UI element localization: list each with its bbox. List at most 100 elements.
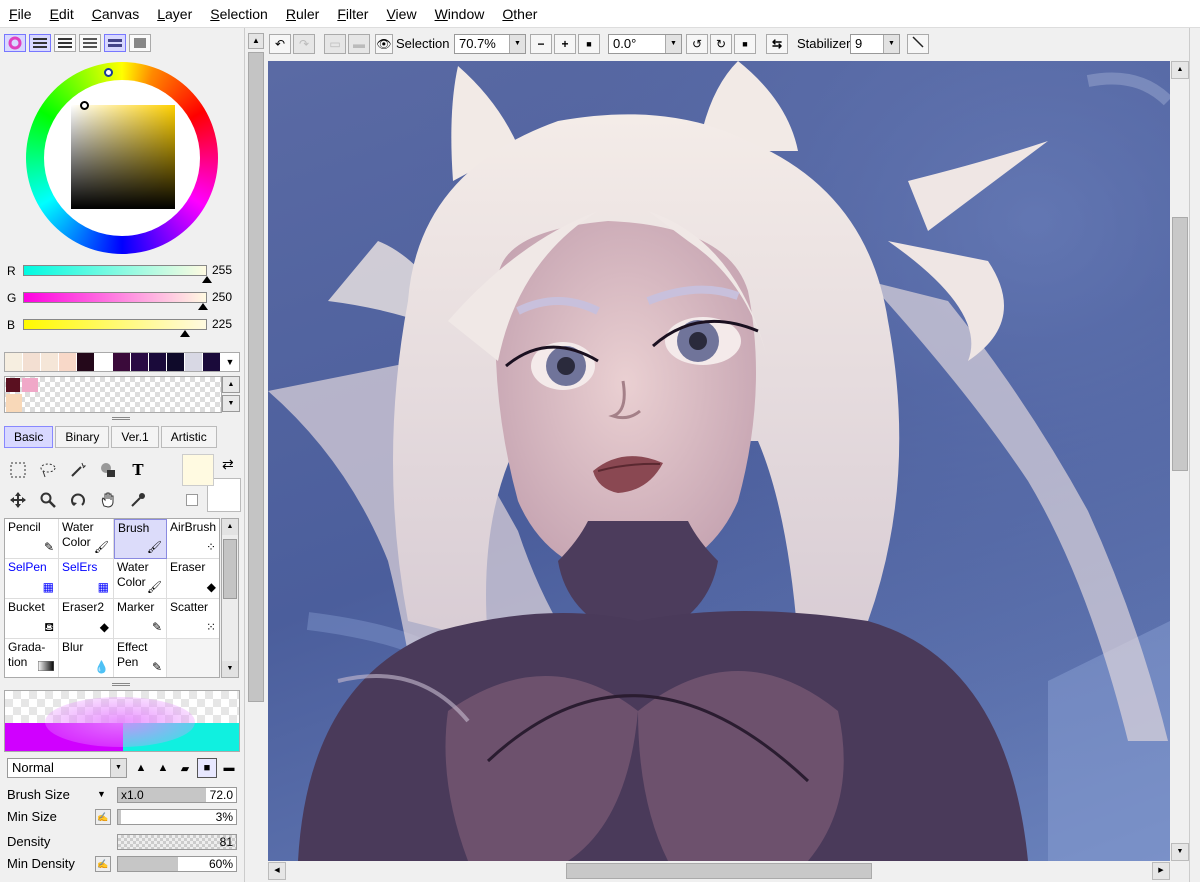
palette-swatch[interactable] [6,394,22,412]
density-slider[interactable]: 81 [117,834,237,850]
transparent-color-icon[interactable] [186,494,198,506]
palette-swatch[interactable] [6,378,20,392]
rotate-icon[interactable] [64,486,92,514]
menu-selection[interactable]: Selection [201,0,277,28]
rotate-right-icon[interactable]: ↻ [710,34,732,54]
brush-pencil[interactable]: Pencil ✎ [5,519,59,559]
menu-layer[interactable]: Layer [148,0,201,28]
b-handle[interactable] [179,330,190,337]
shape-wide-icon[interactable]: ▬ [219,758,239,778]
shape-square-icon[interactable]: ■ [197,758,217,778]
invert-selection-icon[interactable]: ▬ [348,34,370,54]
tab-artistic[interactable]: Artistic [160,426,217,448]
scroll-up-icon[interactable]: ▲ [222,519,238,535]
b-slider[interactable]: B 225 [7,317,242,341]
sv-marker[interactable] [80,101,89,110]
brush-gradation[interactable]: Grada- tion [5,639,59,677]
history-swatch[interactable] [41,353,59,371]
history-swatch[interactable] [59,353,77,371]
min-density-slider[interactable]: 60% [117,856,237,872]
text-tool-icon[interactable]: T [124,456,152,484]
history-swatch[interactable] [131,353,149,371]
zoom-in-icon[interactable]: + [554,34,576,54]
brush-grid-scrollbar[interactable]: ▲ ▼ [221,518,239,678]
stabilizer-select[interactable]: 9 ▼ [850,34,900,54]
canvas-horizontal-scrollbar[interactable]: ◀ ▶ [268,862,1170,880]
g-track[interactable] [23,292,207,303]
scroll-thumb[interactable] [566,863,872,879]
brush-effect-pen[interactable]: Effect Pen ✎ [114,639,167,677]
menu-window[interactable]: Window [426,0,494,28]
redo-icon[interactable]: ↷ [293,34,315,54]
scroll-left-icon[interactable]: ◀ [268,862,286,880]
brush-selpen[interactable]: SelPen ▦ [5,559,59,599]
lasso-icon[interactable] [34,456,62,484]
brush-size-slider[interactable]: x1.0 72.0 [117,787,237,803]
tab-ver1[interactable]: Ver.1 [111,426,159,448]
brush-selers[interactable]: SelErs ▦ [59,559,114,599]
hue-marker[interactable] [104,68,113,77]
line-tool-icon[interactable] [907,34,929,54]
palette-scrollbar[interactable]: ▲ ▼ [222,376,240,413]
pressure-toggle-icon[interactable]: ✍ [95,856,111,872]
rotation-select[interactable]: 0.0° ▼ [608,34,682,54]
chevron-down-icon[interactable]: ▼ [110,759,126,777]
menu-ruler[interactable]: Ruler [277,0,328,28]
brush-eraser[interactable]: Eraser ◆ [167,559,219,599]
brush-eraser2[interactable]: Eraser2 ◆ [59,599,114,639]
palette-swatch[interactable] [22,378,38,392]
brush-watercolor-2[interactable]: Water Color 🖌 [114,559,167,599]
history-swatch[interactable] [185,353,203,371]
panel-splitter[interactable]: ▲ [244,28,266,882]
eyedropper-icon[interactable] [124,486,152,514]
zoom-out-icon[interactable]: − [530,34,552,54]
panel-resize-grip[interactable] [112,683,130,686]
move-icon[interactable] [4,486,32,514]
hand-icon[interactable] [94,486,122,514]
history-swatch[interactable] [203,353,221,371]
tab-basic[interactable]: Basic [4,426,54,448]
panel-splitter-bar[interactable] [248,52,264,702]
scroll-up-icon[interactable]: ▲ [222,376,240,393]
palette-tab-icon[interactable] [104,34,126,52]
scroll-down-icon[interactable]: ▼ [1171,843,1189,861]
pressure-toggle-icon[interactable]: ✍ [95,809,111,825]
chevron-down-icon[interactable]: ▼ [665,35,681,53]
menu-view[interactable]: View [377,0,425,28]
history-swatch[interactable] [113,353,131,371]
history-swatch[interactable] [77,353,95,371]
brush-scatter[interactable]: Scatter ⁙ [167,599,219,639]
history-swatch[interactable] [167,353,185,371]
canvas-vertical-scrollbar[interactable]: ▲ ▼ [1171,61,1189,861]
rect-select-icon[interactable] [4,456,32,484]
scroll-up-icon[interactable]: ▲ [1171,61,1189,79]
menu-file[interactable]: File [0,0,41,28]
right-panel-edge[interactable] [1189,28,1200,882]
brush-marker[interactable]: Marker ✎ [114,599,167,639]
shape-sharp-icon[interactable]: ▲ [131,758,151,778]
eye-icon[interactable]: 👁 [375,34,393,54]
saturation-value-square[interactable] [71,105,175,209]
shape-flat-top-icon[interactable]: ▰ [175,758,195,778]
history-swatch[interactable] [5,353,23,371]
r-handle[interactable] [202,276,212,283]
brush-airbrush[interactable]: AirBrush ⁘ [167,519,219,559]
rotate-reset-icon[interactable]: ■ [734,34,756,54]
history-swatch[interactable] [95,353,113,371]
scroll-thumb[interactable] [223,539,237,599]
drawing-canvas[interactable] [268,61,1170,861]
zoom-reset-icon[interactable]: ■ [578,34,600,54]
foreground-color[interactable] [182,454,214,486]
rgb-sliders-tab-icon[interactable] [29,34,51,52]
brush-empty-slot[interactable] [167,639,219,677]
g-handle[interactable] [198,303,209,310]
menu-canvas[interactable]: Canvas [83,0,148,28]
b-track[interactable] [23,319,207,330]
scratchpad-tab-icon[interactable] [129,34,151,52]
select-pen-icon[interactable] [94,456,122,484]
zoom-icon[interactable] [34,486,62,514]
zoom-select[interactable]: 70.7% ▼ [454,34,526,54]
scroll-right-icon[interactable]: ▶ [1152,862,1170,880]
tab-binary[interactable]: Binary [55,426,110,448]
chevron-down-icon[interactable]: ▼ [509,35,525,53]
